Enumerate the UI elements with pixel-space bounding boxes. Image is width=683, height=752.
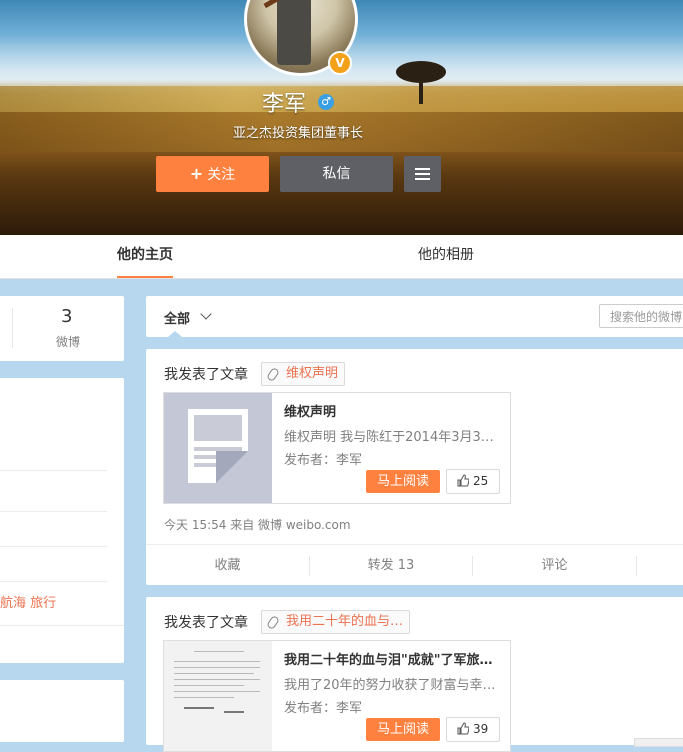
scan-line <box>174 697 234 698</box>
weibo-count-label[interactable]: 微博 <box>56 333 80 350</box>
scan-line <box>174 691 260 692</box>
chevron-down-icon[interactable] <box>200 308 212 320</box>
menu-icon <box>415 168 430 170</box>
info-divider <box>0 625 124 626</box>
scan-line <box>174 667 260 668</box>
like-button[interactable]: 39 <box>446 717 500 742</box>
filter-all[interactable]: 全部 <box>164 308 190 327</box>
article-author: 发布者：李军 <box>284 701 363 716</box>
scan-line <box>174 685 244 686</box>
tree-icon <box>396 61 446 104</box>
avatar-figure <box>277 0 311 65</box>
tab-album[interactable]: 他的相册 <box>418 235 474 276</box>
more-menu-button[interactable] <box>404 156 441 192</box>
profile-bio: 亚之杰投资集团董事长 <box>233 126 364 141</box>
search-input[interactable]: 搜索他的微博 <box>599 304 683 328</box>
thumbs-up-icon <box>457 722 469 735</box>
repost-button[interactable]: 转发 13 <box>310 545 472 586</box>
plus-icon: + <box>189 164 204 183</box>
scan-line <box>194 651 244 652</box>
info-divider <box>0 581 107 582</box>
tab-home[interactable]: 他的主页 <box>117 235 173 278</box>
document-fold <box>216 451 248 483</box>
read-now-button[interactable]: 马上阅读 <box>366 470 440 493</box>
info-divider <box>0 511 107 512</box>
feed-filter-bar: 全部 搜索他的微博 <box>146 296 683 337</box>
scan-signature <box>184 707 214 709</box>
article-thumbnail <box>164 393 272 503</box>
paperclip-icon <box>265 366 281 383</box>
article-tag[interactable]: 我用二十年的血与… <box>261 610 411 634</box>
follow-button[interactable]: + 关注 <box>156 156 269 192</box>
paperclip-icon <box>265 614 281 631</box>
message-label: 私信 <box>322 166 351 182</box>
thumbs-up-icon <box>457 474 469 487</box>
profile-tabs: 他的主页 他的相册 <box>0 235 683 279</box>
action-divider <box>636 556 637 576</box>
scan-line <box>174 661 260 662</box>
post-meta: 今天 15:54 来自 微博 weibo.com <box>164 518 351 532</box>
read-now-button[interactable]: 马上阅读 <box>366 718 440 741</box>
profile-tags[interactable]: 航海 旅行 <box>0 592 56 611</box>
article-author: 发布者：李军 <box>284 453 363 468</box>
scan-line <box>174 679 260 680</box>
post-title: 我发表了文章 <box>164 615 248 631</box>
article-title[interactable]: 我用二十年的血与泪"成就"了军旅… <box>284 649 502 668</box>
article-card[interactable]: 维权声明 维权声明 我与陈红于2014年3月3日… 发布者：李军 马上阅读 25 <box>163 392 511 504</box>
male-icon: ♂ <box>318 94 334 110</box>
floating-widget[interactable] <box>634 738 683 747</box>
document-icon <box>188 409 248 483</box>
favorite-button[interactable]: 收藏 <box>146 545 309 586</box>
scan-signature <box>224 711 244 713</box>
info-divider <box>0 470 107 471</box>
profile-cover: V 李军 ♂ 亚之杰投资集团董事长 + 关注 私信 <box>0 0 683 235</box>
like-count: 39 <box>473 722 489 736</box>
filter-pointer <box>168 331 182 337</box>
article-title[interactable]: 维权声明 <box>284 401 502 420</box>
document-image-placeholder <box>194 415 242 441</box>
like-count: 25 <box>473 474 489 488</box>
article-tag-label: 维权声明 <box>286 366 339 381</box>
article-description: 维权声明 我与陈红于2014年3月3日… <box>284 430 502 445</box>
article-tag[interactable]: 维权声明 <box>261 362 346 386</box>
article-tag-label: 我用二十年的血与… <box>286 614 404 629</box>
verified-badge-icon: V <box>328 51 352 75</box>
post-actions: 收藏 转发 13 评论 <box>146 544 683 586</box>
stats-card: 3 微博 <box>0 296 124 361</box>
weibo-count[interactable]: 3 <box>61 306 72 327</box>
left-small-card <box>0 680 124 742</box>
follow-label: 关注 <box>207 167 236 183</box>
comment-button[interactable]: 评论 <box>473 545 636 586</box>
article-thumbnail <box>164 641 272 751</box>
article-card[interactable]: 我用二十年的血与泪"成就"了军旅… 我用了20年的努力收获了财富与幸… 发布者：… <box>163 640 511 752</box>
message-button[interactable]: 私信 <box>280 156 393 192</box>
info-divider <box>0 546 107 547</box>
feed-post: 我发表了文章 我用二十年的血与… 我用二十年的血与泪"成就"了军旅… 我用了20… <box>146 597 683 752</box>
cover-field-light <box>0 86 683 112</box>
info-card <box>0 378 124 663</box>
post-title: 我发表了文章 <box>164 367 248 383</box>
stats-divider <box>12 308 13 348</box>
scan-line <box>174 673 254 674</box>
feed-post: 我发表了文章 维权声明 维权声明 维权声明 我与陈红于2014年3月3日… 发布… <box>146 349 683 585</box>
like-button[interactable]: 25 <box>446 469 500 494</box>
profile-name: 李军 <box>262 92 307 117</box>
article-description: 我用了20年的努力收获了财富与幸… <box>284 678 496 693</box>
